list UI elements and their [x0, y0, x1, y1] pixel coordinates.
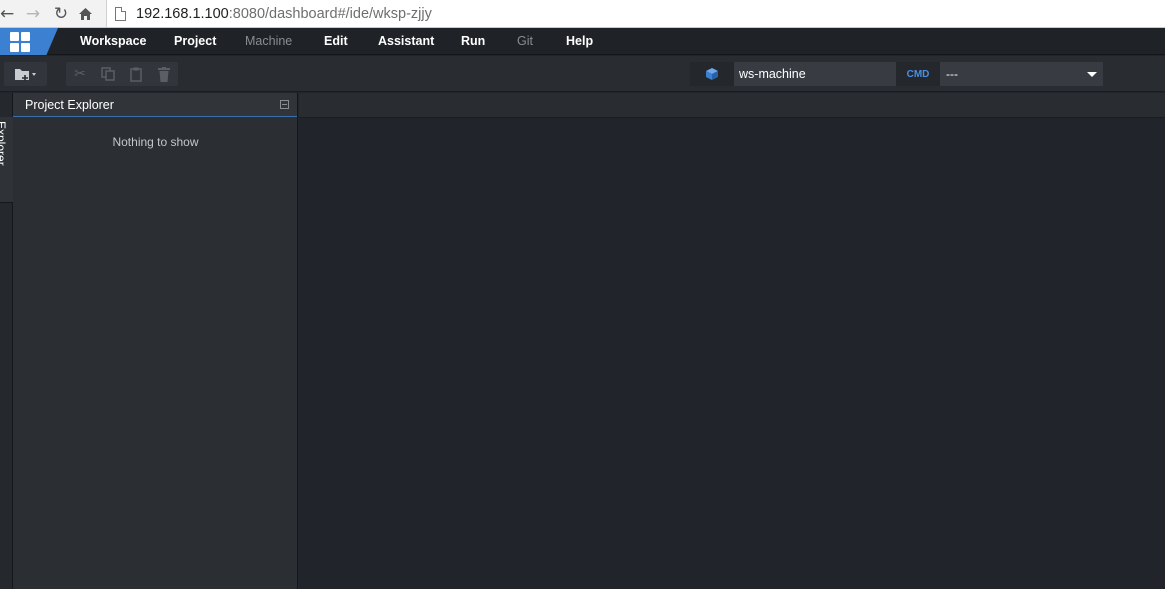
- cut-icon[interactable]: ✂: [66, 62, 94, 86]
- browser-toolbar: ← → ↻ 192.168.1.100:8080/dashboard#/ide/…: [0, 0, 1165, 28]
- empty-message: Nothing to show: [112, 135, 199, 149]
- menu-git[interactable]: Git: [517, 28, 533, 55]
- menu-bar: Workspace Project Machine Edit Assistant…: [0, 28, 1165, 55]
- copy-icon[interactable]: [94, 62, 122, 86]
- menu-run[interactable]: Run: [461, 28, 485, 55]
- command-selector[interactable]: CMD ---: [896, 62, 1103, 86]
- url-host: 192.168.1.100: [136, 5, 229, 22]
- machine-cube-icon: [690, 62, 734, 86]
- editor-area[interactable]: [299, 118, 1165, 589]
- grid-icon: [10, 31, 30, 52]
- new-project-group: [4, 62, 47, 86]
- project-explorer-panel: Project Explorer Nothing to show: [13, 93, 298, 589]
- side-tab-label: Explorer: [0, 121, 8, 166]
- machine-name: ws-machine: [739, 67, 806, 81]
- edit-actions-group: ✂: [66, 62, 178, 86]
- menu-help[interactable]: Help: [566, 28, 593, 55]
- menu-project[interactable]: Project: [174, 28, 216, 55]
- main-toolbar: ✂ ws-machine CMD ---: [0, 56, 1165, 92]
- minimize-icon[interactable]: [280, 100, 289, 109]
- machine-selector[interactable]: ws-machine: [690, 62, 896, 86]
- explorer-title: Project Explorer: [25, 97, 114, 112]
- forward-arrow-icon[interactable]: →: [22, 3, 44, 25]
- new-folder-icon[interactable]: [4, 62, 47, 86]
- url-path: :8080/dashboard#/ide/wksp-zjjy: [228, 5, 432, 22]
- back-arrow-icon[interactable]: ←: [0, 3, 14, 25]
- menu-assistant[interactable]: Assistant: [378, 28, 434, 55]
- side-tab-explorer[interactable]: Explorer: [0, 117, 13, 203]
- che-logo[interactable]: [0, 28, 58, 55]
- menu-workspace[interactable]: Workspace: [80, 28, 146, 55]
- reload-icon[interactable]: ↻: [50, 3, 72, 25]
- editor-tab-bar: [299, 93, 1165, 118]
- page-icon: [115, 6, 126, 21]
- explorer-header: Project Explorer: [13, 93, 297, 117]
- left-side-strip: Explorer: [0, 93, 13, 589]
- paste-icon[interactable]: [122, 62, 150, 86]
- menu-edit[interactable]: Edit: [324, 28, 348, 55]
- menu-machine[interactable]: Machine: [245, 28, 292, 55]
- chevron-down-icon: [1087, 71, 1097, 77]
- home-icon[interactable]: [74, 3, 96, 25]
- cmd-value: ---: [946, 67, 958, 81]
- address-bar[interactable]: 192.168.1.100:8080/dashboard#/ide/wksp-z…: [106, 0, 1165, 27]
- trash-icon[interactable]: [150, 62, 178, 86]
- cmd-label: CMD: [896, 62, 940, 86]
